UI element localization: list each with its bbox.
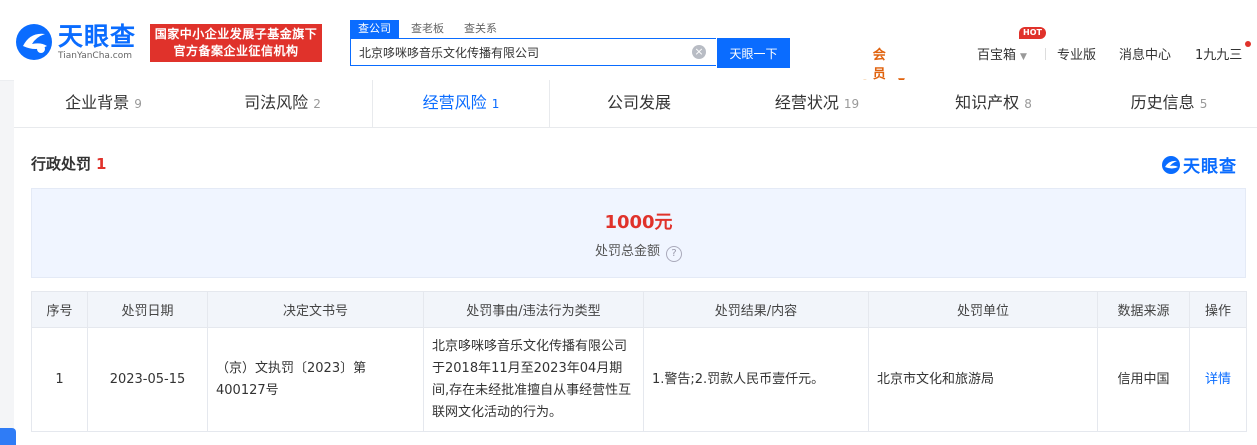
total-amount-label-text: 处罚总金额 xyxy=(594,244,660,259)
column-header: 处罚单位 xyxy=(868,291,1098,328)
tab-operation-risk[interactable]: 经营风险 1 xyxy=(372,80,550,127)
tab-label: 经营状况 xyxy=(774,93,839,112)
detail-link[interactable]: 详情 xyxy=(1205,372,1231,387)
notification-dot xyxy=(1245,41,1251,47)
column-header: 处罚事由/违法行为类型 xyxy=(423,291,644,328)
slogan-line-1: 国家中小企业发展子基金旗下 xyxy=(154,27,318,41)
cell-result: 1.警告;2.罚款人民币壹仟元。 xyxy=(643,327,869,432)
cell-date: 2023-05-15 xyxy=(87,327,208,432)
search-tab-relation[interactable]: 查关系 xyxy=(456,20,505,38)
tab-label: 公司发展 xyxy=(606,93,671,112)
column-header: 数据来源 xyxy=(1097,291,1190,328)
nav-divider xyxy=(1045,48,1046,60)
tianyancha-logo-icon xyxy=(1162,155,1180,174)
slogan-line-2: 官方备案企业征信机构 xyxy=(173,44,299,58)
tab-count: 2 xyxy=(313,97,321,111)
pro-version-link[interactable]: 专业版 xyxy=(1057,44,1096,63)
search-type-tabs: 查公司 查老板 查关系 xyxy=(350,20,509,38)
total-amount-label: 处罚总金额? xyxy=(32,240,1245,262)
table-row: 1 2023-05-15 （京）文执罚〔2023〕第400127号 北京哆咪哆音… xyxy=(31,327,1247,432)
penalty-table: 序号 处罚日期 决定文书号 处罚事由/违法行为类型 处罚结果/内容 处罚单位 数… xyxy=(31,291,1247,432)
column-header: 操作 xyxy=(1189,291,1247,328)
category-tabs: 企业背景 9 司法风险 2 经营风险 1 公司发展 经营状况 19 知识产权 8 历史信息… xyxy=(14,80,1257,128)
tab-label: 知识产权 xyxy=(955,93,1020,112)
tab-count: 9 xyxy=(134,97,142,111)
tab-count: 19 xyxy=(843,97,860,111)
cell-index: 1 xyxy=(31,327,88,432)
cell-authority: 北京市文化和旅游局 xyxy=(868,327,1098,432)
table-header-row: 序号 处罚日期 决定文书号 处罚事由/违法行为类型 处罚结果/内容 处罚单位 数… xyxy=(31,291,1247,328)
company-detail-panel: 企业背景 9 司法风险 2 经营风险 1 公司发展 经营状况 19 知识产权 8 历史信息… xyxy=(14,80,1257,445)
help-icon[interactable]: ? xyxy=(666,246,682,262)
logo-domain: TianYanCha.com xyxy=(58,51,133,61)
tab-count: 8 xyxy=(1024,97,1032,111)
treasure-box-menu[interactable]: 百宝箱 ▼ xyxy=(977,44,1027,63)
hot-badge: HOT xyxy=(1019,27,1046,39)
tab-company-development[interactable]: 公司发展 xyxy=(550,80,728,127)
search-button[interactable]: 天眼一下 xyxy=(717,38,790,68)
tab-label: 企业背景 xyxy=(65,93,130,112)
message-center-link[interactable]: 消息中心 xyxy=(1119,44,1171,63)
tab-judicial-risk[interactable]: 司法风险 2 xyxy=(193,80,372,127)
tab-business-status[interactable]: 经营状况 19 xyxy=(728,80,906,127)
search-tab-boss[interactable]: 查老板 xyxy=(403,20,452,38)
site-logo[interactable]: 天眼查 TianYanCha.com xyxy=(14,22,136,62)
total-amount: 1000元 xyxy=(604,212,673,233)
section-count: 1 xyxy=(96,155,107,173)
clear-icon[interactable]: × xyxy=(692,45,706,59)
tab-count: 1 xyxy=(491,97,500,111)
search-input[interactable] xyxy=(351,44,681,60)
treasure-box-label: 百宝箱 xyxy=(977,48,1017,63)
search-tab-company[interactable]: 查公司 xyxy=(350,20,399,38)
cell-doc-number: （京）文执罚〔2023〕第400127号 xyxy=(207,327,424,432)
tab-count: 5 xyxy=(1199,97,1208,111)
tab-label: 司法风险 xyxy=(244,93,309,112)
column-header: 决定文书号 xyxy=(207,291,424,328)
penalty-summary: 1000元 处罚总金额? xyxy=(31,188,1246,278)
tab-enterprise-background[interactable]: 企业背景 9 xyxy=(14,80,193,127)
floating-side-tab[interactable] xyxy=(0,428,16,445)
slogan-banner: 国家中小企业发展子基金旗下 官方备案企业征信机构 xyxy=(150,24,322,62)
tab-label: 历史信息 xyxy=(1130,93,1195,112)
cell-action: 详情 xyxy=(1189,327,1247,432)
column-header: 序号 xyxy=(31,291,88,328)
column-header: 处罚日期 xyxy=(87,291,208,328)
search-box: × xyxy=(350,38,716,66)
tianyancha-logo-icon xyxy=(16,24,52,60)
tab-intellectual-property[interactable]: 知识产权 8 xyxy=(906,80,1081,127)
tab-history-info[interactable]: 历史信息 5 xyxy=(1081,80,1257,127)
column-header: 处罚结果/内容 xyxy=(643,291,869,328)
section-title-text: 行政处罚 xyxy=(31,155,92,173)
cell-reason: 北京哆咪哆音乐文化传播有限公司于2018年11月至2023年04月期间,存在未经… xyxy=(423,327,644,432)
cell-source: 信用中国 xyxy=(1097,327,1190,432)
brand-name: 天眼查 xyxy=(1183,157,1237,177)
tab-label: 经营风险 xyxy=(422,93,487,112)
top-header: 天眼查 TianYanCha.com 国家中小企业发展子基金旗下 官方备案企业征… xyxy=(0,0,1257,120)
logo-name: 天眼查 xyxy=(58,22,137,51)
section-title: 行政处罚 1 xyxy=(31,153,106,174)
chevron-down-icon: ▼ xyxy=(1020,52,1027,62)
user-menu[interactable]: 1九九三 xyxy=(1195,44,1242,63)
brand-watermark: 天眼查 xyxy=(1161,152,1237,177)
